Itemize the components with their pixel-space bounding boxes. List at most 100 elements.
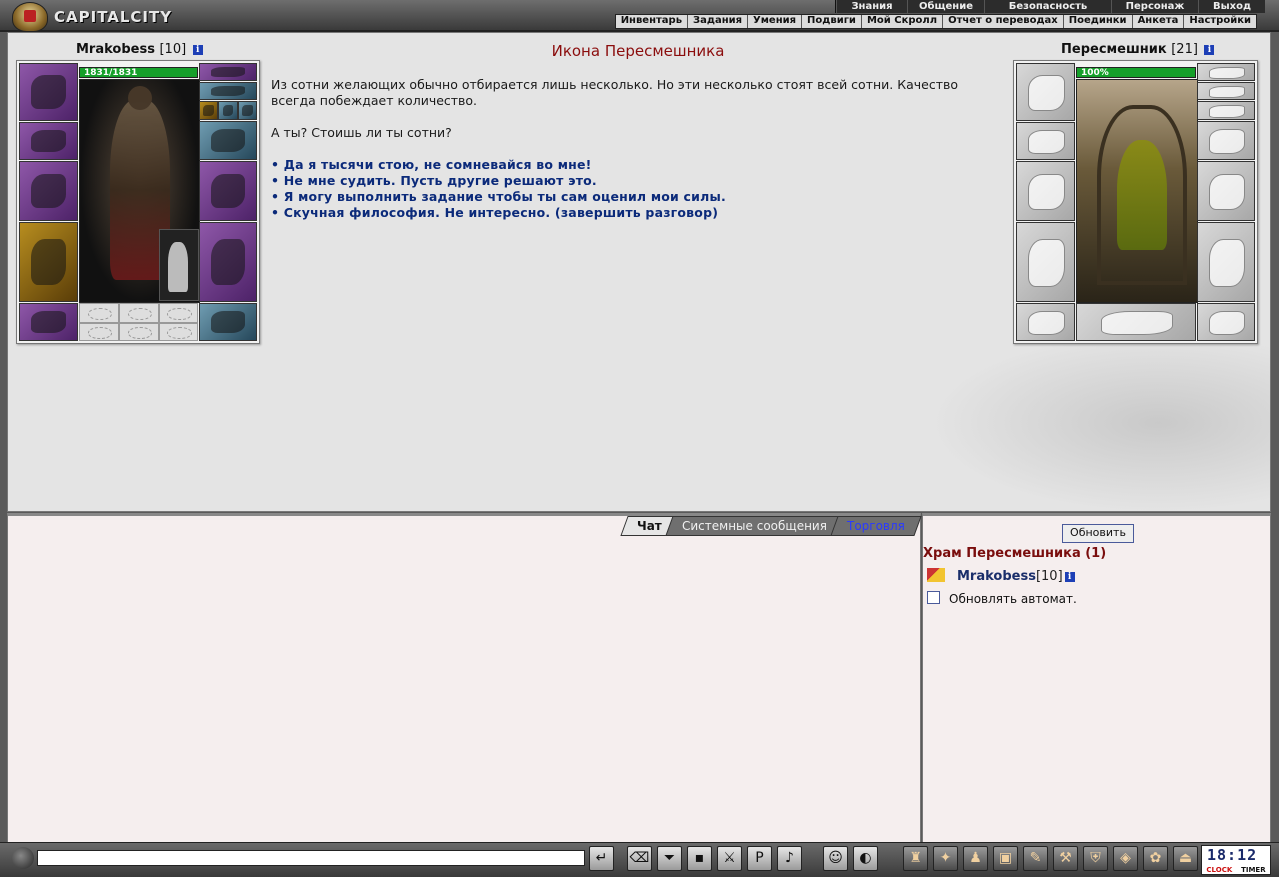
monk-icon[interactable]: ♜ (903, 846, 928, 871)
npc-info-icon[interactable]: i (1204, 45, 1215, 55)
submenu-profile[interactable]: Анкета (1131, 15, 1184, 28)
slot-helmet[interactable] (19, 63, 78, 121)
slot-weapon-right[interactable] (199, 161, 257, 221)
slot-charm-3[interactable] (159, 323, 198, 341)
dialog-option-1[interactable]: • Да я тысячи стою, не сомневайся во мне… (271, 157, 1001, 173)
clock-label: CLOCK (1206, 866, 1233, 874)
slot-weapon-left[interactable] (19, 161, 78, 221)
menu-exit[interactable]: Выход (1198, 0, 1265, 13)
npc-avatar (1076, 79, 1198, 303)
location-user-row: Mrakobess[10] i (927, 568, 1075, 584)
tab-system-messages[interactable]: Системные сообщения (665, 516, 844, 536)
npc-hp-bar: 100% (1076, 67, 1196, 78)
user-nick[interactable]: Mrakobess (957, 569, 1036, 584)
dialog-options: • Да я тысячи стою, не сомневайся во мне… (271, 157, 1001, 221)
fight-icon[interactable]: ⚔ (717, 846, 742, 871)
dialog-option-4[interactable]: • Скучная философия. Не интересно. (заве… (271, 205, 1001, 221)
ornament-icon (1100, 311, 1174, 335)
npc-slot-armor (1016, 222, 1075, 302)
bag-icon[interactable]: ♟ (963, 846, 988, 871)
helmet-icon (31, 75, 66, 109)
player-pet[interactable] (159, 229, 199, 301)
chat-mode-icon[interactable] (12, 847, 34, 869)
player-name-label: Mrakobess [10] i (76, 42, 203, 57)
boots-icon (1209, 311, 1245, 335)
clan-flag-icon[interactable] (927, 568, 945, 582)
belt-icon (1028, 311, 1065, 335)
npc-slot-rings (1076, 303, 1196, 341)
slot-ring-1[interactable] (79, 303, 119, 323)
npc-name-label: Пересмешник [21] i (1061, 42, 1215, 57)
main-panel: Mrakobess [10] i 1831/1831 Икона Пересме… (7, 32, 1271, 512)
tab-system-label: Системные сообщения (682, 519, 828, 533)
send-icon[interactable]: ↵ (589, 846, 614, 871)
eraser-icon[interactable]: ⌫ (627, 846, 652, 871)
submenu-quests[interactable]: Задания (687, 15, 747, 28)
dialog-option-2[interactable]: • Не мне судить. Пусть другие решают это… (271, 173, 1001, 189)
slot-ring-b[interactable] (218, 101, 238, 120)
slot-bracer[interactable] (19, 122, 78, 160)
pets-icon[interactable]: ✿ (1143, 846, 1168, 871)
menu-communication[interactable]: Общение (907, 0, 984, 13)
sound-icon[interactable]: ♪ (777, 846, 802, 871)
chat-tabs: Чат Системные сообщения Торговля (620, 516, 922, 536)
submenu-inventory[interactable]: Инвентарь (616, 15, 687, 28)
filter-icon[interactable]: ⏷ (657, 846, 682, 871)
submenu-settings[interactable]: Настройки (1183, 15, 1256, 28)
gun-icon[interactable]: ⚒ (1053, 846, 1078, 871)
tab-trade-label: Торговля (847, 519, 905, 533)
gift-icon[interactable]: ◈ (1113, 846, 1138, 871)
submenu-duels[interactable]: Поединки (1062, 15, 1132, 28)
tab-trade[interactable]: Торговля (830, 516, 922, 536)
slot-amulet[interactable] (199, 63, 257, 81)
submenu-my-scroll[interactable]: Мой Скролл (860, 15, 942, 28)
user-level: [10] (1035, 569, 1063, 584)
dialog-text-2: А ты? Стоишь ли ты сотни? (271, 125, 452, 140)
npc-name: Пересмешник (1061, 42, 1167, 57)
refresh-button[interactable]: Обновить (1062, 524, 1134, 543)
chat-panel: Чат Системные сообщения Торговля (7, 513, 922, 844)
player-info-icon[interactable]: i (192, 45, 203, 55)
submenu-skills[interactable]: Умения (747, 15, 801, 28)
menu-character[interactable]: Персонаж (1111, 0, 1198, 13)
slot-boots[interactable] (199, 303, 257, 341)
slot-ring-c[interactable] (238, 101, 257, 120)
slot-ring-3[interactable] (159, 303, 198, 323)
npc-slot-legs (1197, 222, 1255, 302)
boots-icon (211, 311, 245, 333)
user-info-icon[interactable]: i (1064, 572, 1075, 582)
dialog-option-3[interactable]: • Я могу выполнить задание чтобы ты сам … (271, 189, 1001, 205)
slot-gloves[interactable] (199, 121, 257, 160)
slot-ring-2[interactable] (119, 303, 159, 323)
ring-icon (203, 105, 214, 116)
submenu-transfer-report[interactable]: Отчет о переводах (942, 15, 1063, 28)
slot-belt[interactable] (19, 303, 78, 341)
menu-security[interactable]: Безопасность (984, 0, 1111, 13)
smile-icon[interactable]: ☺ (823, 846, 848, 871)
save-icon[interactable]: ▪ (687, 846, 712, 871)
pl-icon[interactable]: P (747, 846, 772, 871)
slot-ring-a[interactable] (199, 101, 218, 120)
chat-input[interactable] (37, 850, 585, 866)
shield-icon[interactable]: ⛨ (1083, 846, 1108, 871)
capitalcity-logo[interactable]: CAPITALCITY (10, 2, 180, 32)
helmet-icon[interactable]: ◐ (853, 846, 878, 871)
slot-legs[interactable] (199, 222, 257, 302)
slot-armor[interactable] (19, 222, 78, 302)
slot-charm-1[interactable] (79, 323, 119, 341)
exit-icon[interactable]: ⏏ (1173, 846, 1198, 871)
auto-refresh-checkbox[interactable] (927, 591, 940, 604)
treasure-icon[interactable]: ▣ (993, 846, 1018, 871)
slot-charm-2[interactable] (119, 323, 159, 341)
npc-slot-amulet (1197, 63, 1255, 81)
menu-knowledge[interactable]: Знания (836, 0, 907, 13)
greaves-icon (1209, 238, 1245, 288)
gloves-icon (1209, 129, 1245, 154)
scroll-icon[interactable]: ✎ (1023, 846, 1048, 871)
tab-chat-label: Чат (637, 519, 663, 533)
slot-necklace[interactable] (199, 82, 257, 100)
submenu-achievements[interactable]: Подвиги (801, 15, 861, 28)
clock-widget[interactable]: 18:12 CLOCK TIMER (1201, 845, 1271, 875)
axe-icon (211, 173, 245, 209)
fire-icon[interactable]: ✦ (933, 846, 958, 871)
